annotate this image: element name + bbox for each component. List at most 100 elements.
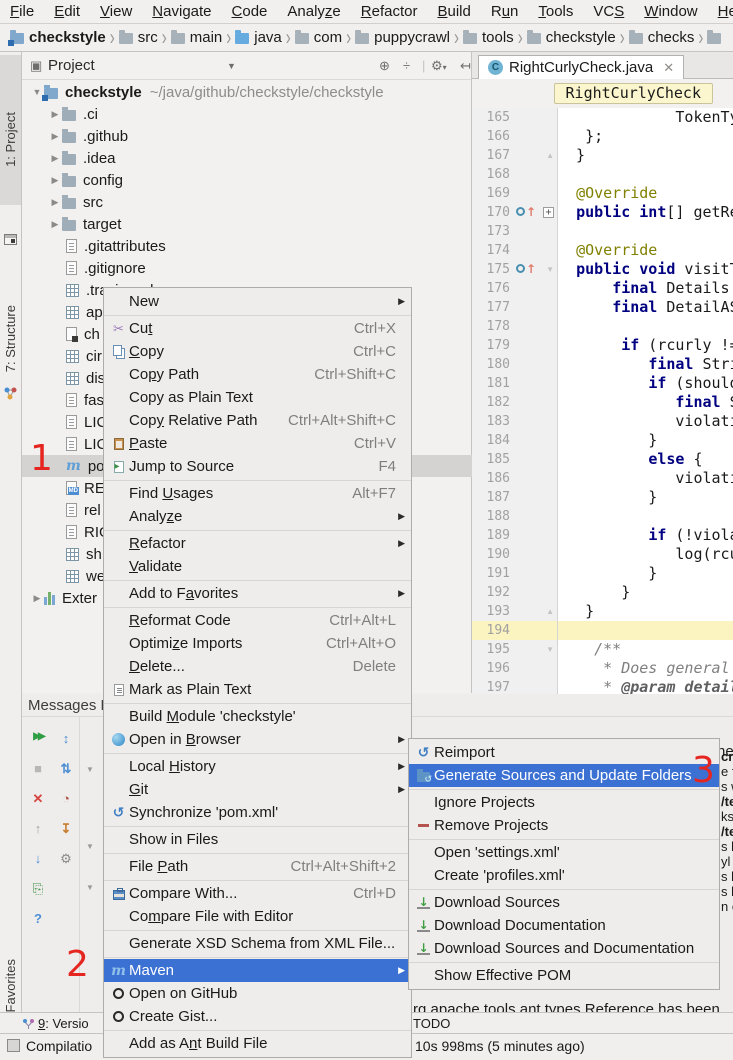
menu-item-cut[interactable]: ✂CutCtrl+X	[104, 317, 411, 340]
override-method-icon[interactable]	[516, 207, 525, 216]
menu-item-generate-sources-and-update-folders[interactable]: Generate Sources and Update Folders	[409, 764, 719, 787]
menu-item-download-documentation[interactable]: ↓Download Documentation	[409, 914, 719, 937]
breadcrumb-item-java[interactable]: java	[235, 29, 282, 46]
menubar-item-help[interactable]: Help	[708, 0, 733, 23]
toolbar-icon[interactable]: ▶▶	[30, 731, 46, 742]
menu-item-paste[interactable]: PasteCtrl+V	[104, 432, 411, 455]
editor-breadcrumb[interactable]: RightCurlyCheck	[554, 83, 713, 104]
stripe-button-project[interactable]: 1: Project	[3, 112, 18, 167]
tree-row-target[interactable]: ▶target	[22, 213, 472, 235]
menu-item-show-in-files[interactable]: Show in Files	[104, 828, 411, 851]
editor-tab[interactable]: C RightCurlyCheck.java ✕	[478, 55, 684, 79]
expander-icon[interactable]: ▼	[86, 842, 94, 851]
chevron-down-icon[interactable]: ▼	[227, 61, 236, 71]
menu-item-optimize-imports[interactable]: Optimize ImportsCtrl+Alt+O	[104, 632, 411, 655]
close-icon[interactable]: ✕	[663, 60, 674, 76]
menu-item-copy[interactable]: CopyCtrl+C	[104, 340, 411, 363]
expand-caret-icon[interactable]: ▶	[48, 153, 62, 164]
tree-row-.gitignore[interactable]: .gitignore	[22, 257, 472, 279]
menubar-item-tools[interactable]: Tools	[528, 0, 583, 23]
expand-caret-icon[interactable]: ▶	[48, 197, 62, 208]
menu-item-local-history[interactable]: Local History▶	[104, 755, 411, 778]
locate-icon[interactable]: ⊕	[379, 58, 390, 74]
menu-item-maven[interactable]: mMaven▶	[104, 959, 411, 982]
breadcrumb-item-checkstyle[interactable]: checkstyle	[10, 29, 106, 46]
breadcrumb-item-checks[interactable]: checks	[629, 29, 695, 46]
menu-item-open-in-browser[interactable]: Open in Browser▶	[104, 728, 411, 751]
menu-item-generate-xsd-schema-from-xml-file[interactable]: Generate XSD Schema from XML File...	[104, 932, 411, 955]
menubar-item-navigate[interactable]: Navigate	[142, 0, 221, 23]
menu-item-create-gist[interactable]: Create Gist...	[104, 1005, 411, 1028]
toolbar-icon[interactable]: ■	[30, 761, 46, 776]
menu-item-reimport[interactable]: ↺Reimport	[409, 741, 719, 764]
menu-item-download-sources-and-documentation[interactable]: ↓Download Sources and Documentation	[409, 937, 719, 960]
breadcrumb-item-tools[interactable]: tools	[463, 29, 514, 46]
toolbar-icon[interactable]: ⚙	[58, 851, 74, 867]
menubar-item-window[interactable]: Window	[634, 0, 707, 23]
menu-item-remove-projects[interactable]: Remove Projects	[409, 814, 719, 837]
breadcrumb-item-src[interactable]: src	[119, 29, 158, 46]
menu-item-analyze[interactable]: Analyze▶	[104, 505, 411, 528]
toolbar-icon[interactable]: ↓	[30, 851, 46, 866]
menu-item-show-effective-pom[interactable]: Show Effective POM	[409, 964, 719, 987]
toolbar-icon[interactable]: ?	[30, 911, 46, 926]
menu-item-refactor[interactable]: Refactor▶	[104, 532, 411, 555]
menu-item-validate[interactable]: Validate	[104, 555, 411, 578]
menubar-item-run[interactable]: Run	[481, 0, 529, 23]
tree-row-src[interactable]: ▶src	[22, 191, 472, 213]
menu-item-git[interactable]: Git▶	[104, 778, 411, 801]
fold-marker-icon[interactable]: ▼	[546, 645, 554, 654]
menu-item-open-settings-xml[interactable]: Open 'settings.xml'	[409, 841, 719, 864]
menu-item-reformat-code[interactable]: Reformat CodeCtrl+Alt+L	[104, 609, 411, 632]
override-method-icon[interactable]	[516, 264, 525, 273]
menu-item-new[interactable]: New▶	[104, 290, 411, 313]
menu-item-copy-path[interactable]: Copy PathCtrl+Shift+C	[104, 363, 411, 386]
expand-caret-icon[interactable]: ▶	[48, 219, 62, 230]
menu-item-mark-as-plain-text[interactable]: Mark as Plain Text	[104, 678, 411, 701]
tab-todo[interactable]: TODO	[413, 1016, 450, 1031]
menu-item-jump-to-source[interactable]: Jump to SourceF4	[104, 455, 411, 478]
tab-version-control[interactable]: 9: Versio	[38, 1016, 89, 1031]
toolbar-icon[interactable]: ⇅	[58, 761, 74, 777]
menu-item-compare-with[interactable]: Compare With...Ctrl+D	[104, 882, 411, 905]
fold-marker-icon[interactable]: ▲	[546, 607, 554, 616]
menubar-item-build[interactable]: Build	[427, 0, 480, 23]
gear-icon[interactable]: ⚙▾	[431, 58, 447, 74]
expand-caret-icon[interactable]: ▶	[48, 175, 62, 186]
expander-icon[interactable]: ▼	[86, 765, 94, 774]
stripe-button-structure[interactable]: 7: Structure	[3, 305, 18, 372]
menubar-item-view[interactable]: View	[90, 0, 142, 23]
toolbar-icon[interactable]: ↧	[58, 821, 74, 837]
expander-icon[interactable]: ▼	[86, 883, 94, 892]
toolbar-icon[interactable]: ◔	[58, 791, 74, 806]
menubar-item-refactor[interactable]: Refactor	[351, 0, 428, 23]
tree-row-.ci[interactable]: ▶.ci	[22, 103, 472, 125]
menu-item-ignore-projects[interactable]: Ignore Projects	[409, 791, 719, 814]
tree-row-config[interactable]: ▶config	[22, 169, 472, 191]
code-area[interactable]: 165 TokenTypes.LITERAL_CATCH,166 };167▲ …	[472, 108, 733, 695]
fold-marker-icon[interactable]: +	[543, 207, 554, 218]
menu-item-add-as-ant-build-file[interactable]: Add as Ant Build File	[104, 1032, 411, 1055]
menu-item-delete[interactable]: Delete...Delete	[104, 655, 411, 678]
menubar-item-edit[interactable]: Edit	[44, 0, 90, 23]
menu-item-download-sources[interactable]: ↓Download Sources	[409, 891, 719, 914]
toolbar-icon[interactable]: ↑	[30, 821, 46, 836]
menubar-item-code[interactable]: Code	[222, 0, 278, 23]
tree-row-.idea[interactable]: ▶.idea	[22, 147, 472, 169]
toolbar-icon[interactable]: ⎘	[30, 881, 46, 897]
hide-panel-icon[interactable]: ↤	[460, 58, 471, 74]
tree-row-.gitattributes[interactable]: .gitattributes	[22, 235, 472, 257]
toolbar-icon[interactable]: ✕	[30, 791, 46, 807]
menu-item-compare-file-with-editor[interactable]: Compare File with Editor	[104, 905, 411, 928]
toolbar-icon[interactable]: ↕	[58, 731, 74, 746]
menu-item-create-profiles-xml[interactable]: Create 'profiles.xml'	[409, 864, 719, 887]
menu-item-open-on-github[interactable]: Open on GitHub	[104, 982, 411, 1005]
menu-item-copy-as-plain-text[interactable]: Copy as Plain Text	[104, 386, 411, 409]
fold-marker-icon[interactable]: ▼	[546, 265, 554, 274]
collapse-all-icon[interactable]: ÷	[403, 58, 410, 73]
menu-item-file-path[interactable]: File PathCtrl+Alt+Shift+2	[104, 855, 411, 878]
menu-item-build-module-checkstyle[interactable]: Build Module 'checkstyle'	[104, 705, 411, 728]
tree-row-checkstyle[interactable]: ▼checkstyle~/java/github/checkstyle/chec…	[22, 81, 472, 103]
menubar-item-analyze[interactable]: Analyze	[277, 0, 350, 23]
menu-item-add-to-favorites[interactable]: Add to Favorites▶	[104, 582, 411, 605]
